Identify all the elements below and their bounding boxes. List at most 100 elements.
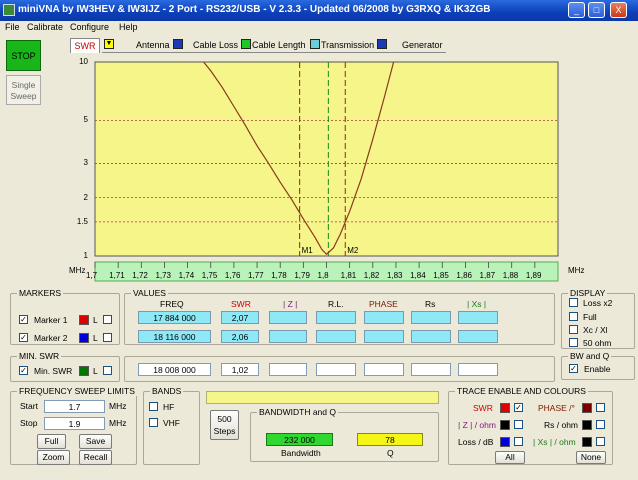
trace-loss-label: Loss / dB [458, 437, 494, 447]
y-tick-label: 1.5 [76, 216, 88, 226]
header-rs: Rs [425, 299, 436, 309]
marker2-color-swatch[interactable] [79, 333, 89, 343]
min-swr-label: Min. SWR [34, 366, 73, 376]
swr-chart: M1 M2 [94, 61, 559, 282]
min-swr-checkbox[interactable]: ✓ [19, 366, 28, 375]
trace-legend: TRACE ENABLE AND COLOURS [455, 386, 588, 396]
trace-phase-color-swatch[interactable] [582, 403, 592, 413]
trace-loss-checkbox[interactable] [514, 437, 523, 446]
trace-none-button[interactable]: None [576, 451, 606, 464]
trace-z-color-swatch[interactable] [500, 420, 510, 430]
x-tick-label: 1,85 [433, 271, 449, 280]
vhf-checkbox[interactable] [149, 418, 158, 427]
bw-q-enable-label: Enable [584, 364, 611, 374]
trace-swr-checkbox[interactable]: ✓ [514, 403, 523, 412]
trace-all-button[interactable]: All [495, 451, 525, 464]
start-input[interactable]: 1.7 [44, 400, 105, 413]
steps-value: 500 [217, 414, 232, 424]
marker-label: M1 [302, 246, 314, 255]
min-freq-value: 18 008 000 [138, 363, 211, 376]
marker-label: M2 [347, 246, 359, 255]
header-phase: PHASE [369, 299, 398, 309]
full-button[interactable]: Full [37, 434, 66, 449]
m1-rl-value [316, 311, 356, 324]
m2-z-value [269, 330, 307, 343]
trace-loss-color-swatch[interactable] [500, 437, 510, 447]
bw-q-enable-checkbox[interactable]: ✓ [569, 364, 578, 373]
display-legend: DISPLAY [568, 288, 608, 298]
min-swr-l-checkbox[interactable] [103, 366, 112, 375]
m1-z-value [269, 311, 307, 324]
m2-rl-value [316, 330, 356, 343]
min-phase-value [364, 363, 404, 376]
x-tick-label: 1,8 [317, 271, 329, 280]
bandwidth-value: 232 000 [266, 433, 333, 446]
min-swr-color-swatch[interactable] [79, 366, 89, 376]
min-swr-value: 1,02 [221, 363, 259, 376]
start-unit: MHz [109, 401, 127, 411]
full-checkbox[interactable] [569, 312, 578, 321]
min-z-value [269, 363, 307, 376]
q-value: 78 [357, 433, 423, 446]
header-z: | Z | [283, 299, 298, 309]
m1-phase-value [364, 311, 404, 324]
trace-phase-checkbox[interactable] [596, 403, 605, 412]
x-tick-label: 1,82 [363, 271, 380, 280]
marker1-color-swatch[interactable] [79, 315, 89, 325]
header-rl: R.L. [328, 299, 344, 309]
marker2-checkbox[interactable]: ✓ [19, 333, 28, 342]
marker1-l-label: L [93, 315, 98, 325]
m2-swr-value: 2,06 [221, 330, 259, 343]
min-rs-value [411, 363, 451, 376]
trace-z-label: | Z | / ohm [458, 420, 496, 430]
save-button[interactable]: Save [79, 434, 112, 449]
header-xs: | Xs | [467, 299, 487, 309]
x-tick-label: 1,89 [525, 271, 542, 280]
stop-input[interactable]: 1.9 [44, 417, 105, 430]
trace-xs-checkbox[interactable] [596, 437, 605, 446]
x-tick-label: 1,75 [201, 271, 218, 280]
recall-button[interactable]: Recall [79, 450, 112, 465]
marker2-l-checkbox[interactable] [103, 333, 112, 342]
xc-xl-checkbox[interactable] [569, 325, 578, 334]
x-tick-label: 1,73 [155, 271, 172, 280]
marker1-checkbox[interactable]: ✓ [19, 315, 28, 324]
stop-label: Stop [20, 418, 38, 428]
trace-phase-label: PHASE /° [538, 403, 575, 413]
header-swr: SWR [231, 299, 251, 309]
m1-swr-value: 2,07 [221, 311, 259, 324]
zoom-button[interactable]: Zoom [37, 450, 70, 465]
trace-rs-color-swatch[interactable] [582, 420, 592, 430]
x-tick-label: 1,83 [386, 271, 403, 280]
x-tick-label: 1,77 [248, 271, 264, 280]
trace-xs-label: | Xs | / ohm [533, 437, 576, 447]
trace-xs-color-swatch[interactable] [582, 437, 592, 447]
trace-z-checkbox[interactable] [514, 420, 523, 429]
bw-q-legend: BW and Q [568, 351, 612, 361]
marker1-l-checkbox[interactable] [103, 315, 112, 324]
values-legend: VALUES [131, 288, 168, 298]
header-freq: FREQ [160, 299, 184, 309]
x-tick-label: 1,7 [86, 271, 98, 280]
sweep-limits-legend: FREQUENCY SWEEP LIMITS [17, 386, 137, 396]
loss-x2-checkbox[interactable] [569, 298, 578, 307]
vhf-label: VHF [163, 418, 180, 428]
x-tick-label: 1,78 [271, 271, 287, 280]
trace-rs-checkbox[interactable] [596, 420, 605, 429]
trace-swr-color-swatch[interactable] [500, 403, 510, 413]
bandwidth-label: Bandwidth [281, 448, 321, 458]
bands-legend: BANDS [150, 386, 184, 396]
fifty-ohm-checkbox[interactable] [569, 338, 578, 347]
x-tick-label: 1,71 [109, 271, 125, 280]
min-swr-l-label: L [93, 366, 98, 376]
steps-button[interactable]: 500 Steps [210, 410, 239, 440]
hf-checkbox[interactable] [149, 402, 158, 411]
fifty-ohm-label: 50 ohm [583, 338, 612, 348]
m2-freq-value: 18 116 000 [138, 330, 211, 343]
trace-rs-label: Rs / ohm [544, 420, 579, 430]
status-bar [206, 391, 439, 404]
steps-label: Steps [213, 426, 236, 436]
min-swr-legend: MIN. SWR [17, 351, 62, 361]
y-tick-label: 2 [83, 192, 88, 202]
loss-x2-label: Loss x2 [583, 298, 613, 308]
